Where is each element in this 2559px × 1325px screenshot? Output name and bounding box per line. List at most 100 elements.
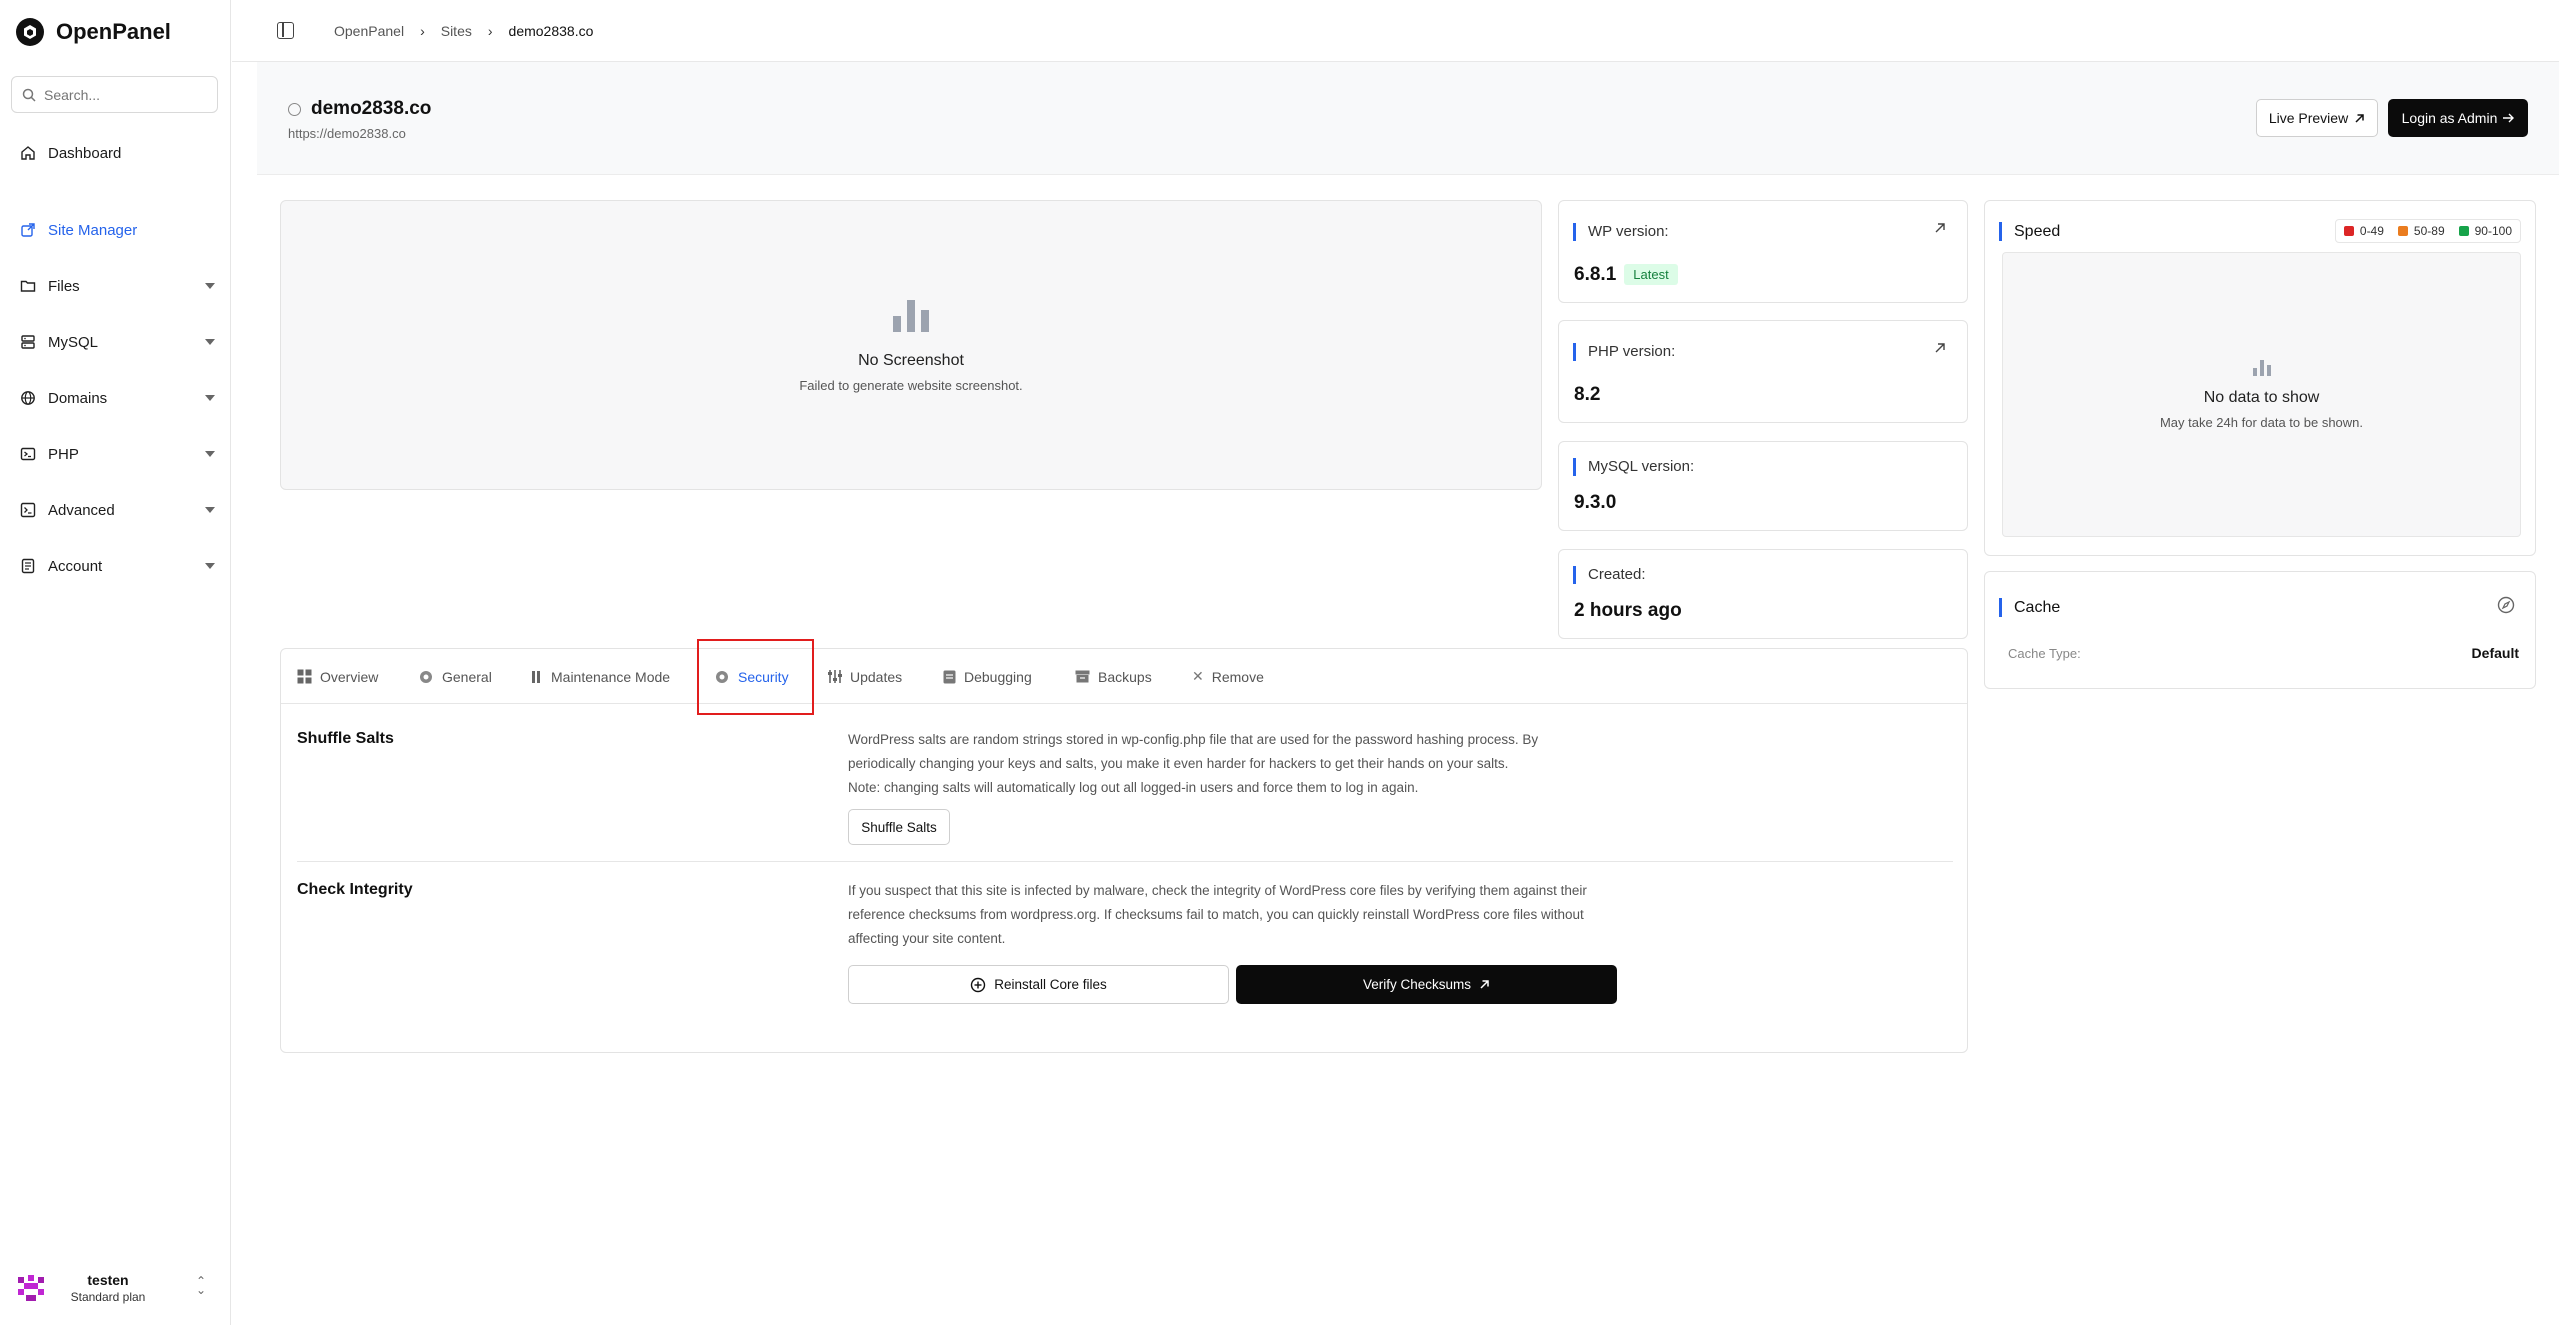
sidebar-item-php[interactable]: PHP	[12, 437, 217, 471]
reinstall-core-files-label: Reinstall Core files	[994, 977, 1107, 992]
chevron-right-icon: ›	[420, 23, 425, 39]
tab-maintenance-mode[interactable]: Maintenance Mode	[531, 649, 670, 704]
chevron-down-icon	[205, 339, 215, 345]
gear-icon	[420, 670, 432, 683]
brand-name: OpenPanel	[56, 19, 171, 44]
bar-chart-icon	[893, 299, 929, 332]
check-integrity-title: Check Integrity	[297, 881, 413, 898]
wp-version-number: 6.8.1	[1574, 264, 1617, 285]
user-name: testen	[87, 1272, 129, 1288]
sidebar-item-account[interactable]: Account	[12, 549, 217, 583]
sliders-icon	[828, 670, 842, 683]
tab-backups[interactable]: Backups	[1075, 649, 1152, 704]
openpanel-logo-icon	[16, 18, 44, 46]
speed-empty-title: No data to show	[2203, 389, 2320, 406]
shuffle-salts-button[interactable]: Shuffle Salts	[848, 809, 950, 845]
close-icon: ✕	[1192, 668, 1204, 684]
verify-checksums-button[interactable]: Verify Checksums	[1236, 965, 1617, 1004]
tab-label: Debugging	[964, 668, 1032, 685]
site-name: demo2838.co	[311, 98, 432, 119]
latest-badge: Latest	[1624, 264, 1678, 286]
screenshot-card: No Screenshot Failed to generate website…	[280, 200, 1542, 490]
search-icon	[22, 88, 36, 102]
globe-icon	[288, 102, 301, 116]
wp-version-card: WP version: 6.8.1 Latest	[1558, 200, 1968, 303]
breadcrumb: OpenPanel › Sites › demo2838.co	[334, 23, 593, 39]
login-as-admin-button[interactable]: Login as Admin	[2388, 99, 2528, 137]
legend-item: 0-49	[2343, 224, 2384, 238]
sidebar-item-label: Files	[48, 277, 80, 295]
chevrons-up-down-icon: ⌃ ⌄	[195, 1274, 206, 1297]
sidebar-item-label: Account	[48, 557, 103, 575]
chevron-down-icon	[205, 507, 215, 513]
sidebar-item-site-manager[interactable]: Site Manager	[12, 213, 217, 247]
arrow-up-right-icon[interactable]	[1933, 341, 1947, 355]
cache-card: Cache Cache Type: Default	[1984, 571, 2536, 689]
created-value: 2 hours ago	[1574, 600, 1682, 621]
tab-general[interactable]: General	[418, 649, 492, 704]
live-preview-label: Live Preview	[2268, 110, 2349, 126]
cache-type-value: Default	[2471, 645, 2519, 661]
integrity-desc-line: If you suspect that this site is infecte…	[848, 883, 1587, 898]
sidebar-item-files[interactable]: Files	[12, 269, 217, 303]
php-version-card: PHP version: 8.2	[1558, 320, 1968, 423]
check-integrity-description: If you suspect that this site is infecte…	[848, 879, 1618, 951]
breadcrumb-sites[interactable]: Sites	[441, 23, 472, 39]
arrow-up-right-icon[interactable]	[1933, 221, 1947, 235]
tab-debugging[interactable]: Debugging	[943, 649, 1032, 704]
shuffle-desc-line: WordPress salts are random strings store…	[848, 732, 1539, 747]
tab-label: Backups	[1098, 668, 1152, 685]
archive-icon	[1075, 670, 1090, 683]
created-label: Created:	[1573, 566, 1646, 584]
live-preview-button[interactable]: Live Preview	[2256, 99, 2378, 137]
chevron-down-icon	[205, 395, 215, 401]
screenshot-subtitle: Failed to generate website screenshot.	[799, 377, 1023, 393]
tab-label: Maintenance Mode	[551, 668, 671, 685]
site-url[interactable]: https://demo2838.co	[288, 126, 406, 141]
search-box[interactable]	[11, 76, 218, 113]
shuffle-desc-line: Note: changing salts will automatically …	[848, 780, 1419, 795]
legend-swatch-orange	[2397, 226, 2408, 236]
tab-label: Overview	[320, 668, 379, 685]
sidebar-item-advanced[interactable]: Advanced	[12, 493, 217, 527]
bar-chart-icon	[2252, 360, 2271, 376]
integrity-desc-line: affecting your site content.	[848, 931, 1006, 946]
php-version-label: PHP version:	[1573, 343, 1675, 361]
external-box-icon	[21, 223, 35, 237]
tab-updates[interactable]: Updates	[827, 649, 902, 704]
compass-icon[interactable]	[2497, 596, 2515, 614]
speed-empty-state: No data to show May take 24h for data to…	[2002, 252, 2521, 537]
reinstall-core-files-button[interactable]: Reinstall Core files	[848, 965, 1229, 1004]
tab-label: Updates	[850, 668, 903, 685]
sidebar-item-label: Advanced	[48, 501, 115, 519]
avatar	[14, 1271, 48, 1305]
arrow-up-right-icon	[2355, 113, 2364, 123]
chevron-down-icon	[205, 283, 215, 289]
mysql-version-label: MySQL version:	[1573, 458, 1694, 476]
tab-label: General	[442, 668, 492, 685]
shuffle-salts-button-label: Shuffle Salts	[861, 819, 937, 835]
topbar: OpenPanel › Sites › demo2838.co	[232, 0, 2559, 62]
sidebar: OpenPanel Dashboard Site Manager Files M…	[0, 0, 231, 1325]
terminal-box-icon	[20, 502, 36, 518]
sidebar-item-domains[interactable]: Domains	[12, 381, 217, 415]
sidebar-item-mysql[interactable]: MySQL	[12, 325, 217, 359]
integrity-desc-line: reference checksums from wordpress.org. …	[848, 907, 1584, 922]
created-card: Created: 2 hours ago	[1558, 549, 1968, 639]
tab-remove[interactable]: ✕ Remove	[1192, 649, 1264, 704]
brand[interactable]: OpenPanel	[16, 18, 171, 46]
breadcrumb-openpanel[interactable]: OpenPanel	[334, 23, 404, 39]
tab-overview[interactable]: Overview	[297, 649, 378, 704]
arrow-up-right-icon	[1480, 980, 1489, 989]
user-menu[interactable]: testen Standard plan ⌃ ⌄	[14, 1267, 216, 1309]
security-tab-highlight	[697, 639, 814, 715]
sidebar-item-dashboard[interactable]: Dashboard	[12, 136, 217, 170]
search-input[interactable]	[44, 86, 204, 103]
sidebar-item-label: Domains	[48, 389, 108, 407]
sidebar-toggle-icon[interactable]	[277, 22, 294, 39]
legend-item: 50-89	[2397, 224, 2445, 238]
grid-icon	[297, 669, 312, 684]
tab-bar: Overview General Maintenance Mode Securi…	[281, 639, 1967, 715]
legend-swatch-red	[2343, 226, 2354, 236]
folder-icon	[20, 280, 36, 292]
